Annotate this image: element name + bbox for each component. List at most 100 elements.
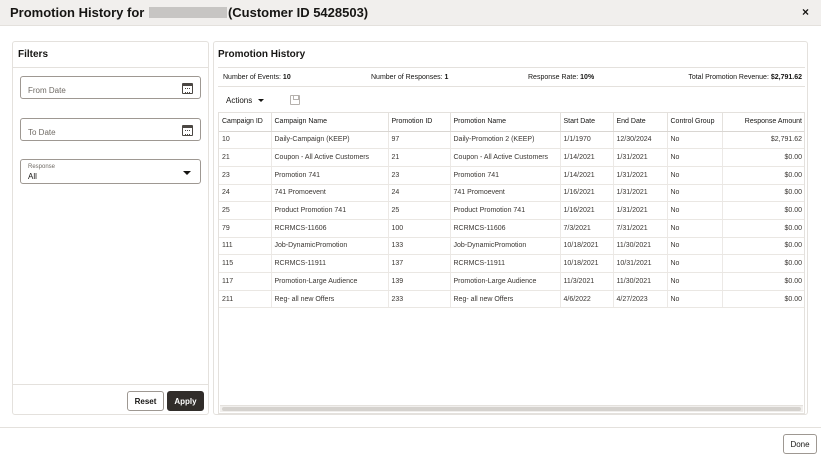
cell-campaign-name: Promotion 741 [271,166,389,185]
cell-campaign-name: Reg- all new Offers [271,290,389,309]
filters-panel: Filters From Date To Date Response All R… [12,41,209,415]
table-row[interactable]: 115 RCRMCS-11911 137 RCRMCS-11911 10/18/2021… [219,254,804,273]
cell-campaign-name: RCRMCS-11606 [271,219,389,238]
cell-promotion-name: Job-DynamicPromotion [450,237,561,256]
to-date-field[interactable]: To Date [20,118,201,141]
scrollbar-thumb[interactable] [222,407,801,411]
cell-response-amount: $0.00 [722,290,804,309]
cell-promotion-name: 741 Promoevent [450,184,561,203]
cell-promotion-id: 21 [388,148,451,167]
cell-promotion-name: Reg- all new Offers [450,290,561,309]
table-row[interactable]: 211 Reg- all new Offers 233 Reg- all new Of… [219,290,804,309]
responses-count: 1 [444,74,449,81]
actions-menu-button[interactable]: Actions [226,96,265,105]
done-button[interactable]: Done [783,434,817,454]
horizontal-scrollbar[interactable] [220,405,803,412]
column-header-campaign-name[interactable]: Campaign Name [271,113,389,132]
response-value: All [28,172,37,181]
revenue-summary: Total Promotion Revenue: $2,791.62 [688,74,802,81]
apply-button[interactable]: Apply [167,391,204,411]
cell-end-date: 1/31/2021 [613,148,668,167]
summary-bar: Number of Events: 10 Number of Responses… [218,67,805,87]
cell-control-group: No [667,148,723,167]
redacted-customer-name [148,7,227,18]
cell-promotion-id: 133 [388,237,451,256]
column-header-response-amount[interactable]: Response Amount [722,113,804,132]
cell-control-group: No [667,254,723,273]
cell-end-date: 10/31/2021 [613,254,668,273]
promotion-history-panel: Promotion History Number of Events: 10 N… [213,41,808,415]
cell-start-date: 7/3/2021 [560,219,614,238]
cell-promotion-id: 139 [388,272,451,291]
divider [13,384,208,385]
modal-title-suffix: (Customer ID 5428503) [227,5,369,20]
cell-promotion-id: 25 [388,201,451,220]
column-header-control-group[interactable]: Control Group [667,113,723,132]
cell-control-group: No [667,201,723,220]
table-row[interactable]: 117 Promotion-Large Audience 139 Promotion-… [219,272,804,291]
events-count: 10 [282,74,291,81]
column-header-campaign-id[interactable]: Campaign ID [219,113,272,132]
from-date-field[interactable]: From Date [20,76,201,99]
table-row[interactable]: 79 RCRMCS-11606 100 RCRMCS-11606 7/3/2021 7/3… [219,219,804,238]
cell-response-amount: $0.00 [722,237,804,256]
cell-end-date: 7/31/2021 [613,219,668,238]
cell-promotion-id: 137 [388,254,451,273]
cell-campaign-id: 117 [219,272,272,291]
calendar-icon[interactable] [182,83,193,94]
close-icon[interactable]: × [802,5,809,19]
cell-campaign-id: 211 [219,290,272,309]
cell-start-date: 1/16/2021 [560,201,614,220]
cell-campaign-name: Daily-Campaign (KEEP) [271,131,389,150]
column-header-start-date[interactable]: Start Date [560,113,614,132]
table-row[interactable]: 23 Promotion 741 23 Promotion 741 1/14/2021 1… [219,166,804,185]
reset-button[interactable]: Reset [127,391,164,411]
cell-response-amount: $0.00 [722,272,804,291]
calendar-icon[interactable] [182,125,193,136]
table-row[interactable]: 21 Coupon - All Active Customers 21 Coupon … [219,148,804,167]
total-revenue: $2,791.62 [770,74,802,81]
cell-campaign-name: 741 Promoevent [271,184,389,203]
cell-control-group: No [667,237,723,256]
table-row[interactable]: 25 Product Promotion 741 25 Product Promoti… [219,201,804,220]
cell-promotion-name: Product Promotion 741 [450,201,561,220]
cell-promotion-id: 23 [388,166,451,185]
response-select[interactable]: Response All [20,159,201,184]
chevron-down-icon [258,99,265,102]
cell-response-amount: $0.00 [722,184,804,203]
cell-start-date: 1/14/2021 [560,166,614,185]
from-date-placeholder: From Date [28,86,66,95]
cell-start-date: 11/3/2021 [560,272,614,291]
response-rate: 10% [580,74,595,81]
cell-promotion-name: Promotion-Large Audience [450,272,561,291]
cell-control-group: No [667,166,723,185]
cell-campaign-name: Job-DynamicPromotion [271,237,389,256]
cell-promotion-id: 24 [388,184,451,203]
cell-end-date: 12/30/2024 [613,131,668,150]
cell-start-date: 1/1/1970 [560,131,614,150]
table-header-row: Campaign ID Campaign Name Promotion ID P… [219,113,804,132]
cell-campaign-name: Product Promotion 741 [271,201,389,220]
cell-campaign-id: 10 [219,131,272,150]
table-row[interactable]: 111 Job-DynamicPromotion 133 Job-DynamicPro… [219,237,804,256]
cell-campaign-name: Coupon - All Active Customers [271,148,389,167]
column-header-promotion-name[interactable]: Promotion Name [450,113,561,132]
cell-end-date: 1/31/2021 [613,166,668,185]
cell-promotion-name: Coupon - All Active Customers [450,148,561,167]
save-icon[interactable] [290,95,300,105]
cell-campaign-name: Promotion-Large Audience [271,272,389,291]
cell-control-group: No [667,131,723,150]
history-title: Promotion History [218,49,306,60]
table-row[interactable]: 10 Daily-Campaign (KEEP) 97 Daily-Promotion… [219,131,804,150]
footer-divider [0,427,821,428]
cell-promotion-name: RCRMCS-11911 [450,254,561,273]
cell-start-date: 1/16/2021 [560,184,614,203]
column-header-end-date[interactable]: End Date [613,113,668,132]
filters-title: Filters [18,49,49,60]
cell-start-date: 10/18/2021 [560,237,614,256]
cell-response-amount: $0.00 [722,201,804,220]
cell-promotion-id: 233 [388,290,451,309]
table-row[interactable]: 24 741 Promoevent 24 741 Promoevent 1/16/202… [219,184,804,203]
cell-end-date: 1/31/2021 [613,201,668,220]
column-header-promotion-id[interactable]: Promotion ID [388,113,451,132]
